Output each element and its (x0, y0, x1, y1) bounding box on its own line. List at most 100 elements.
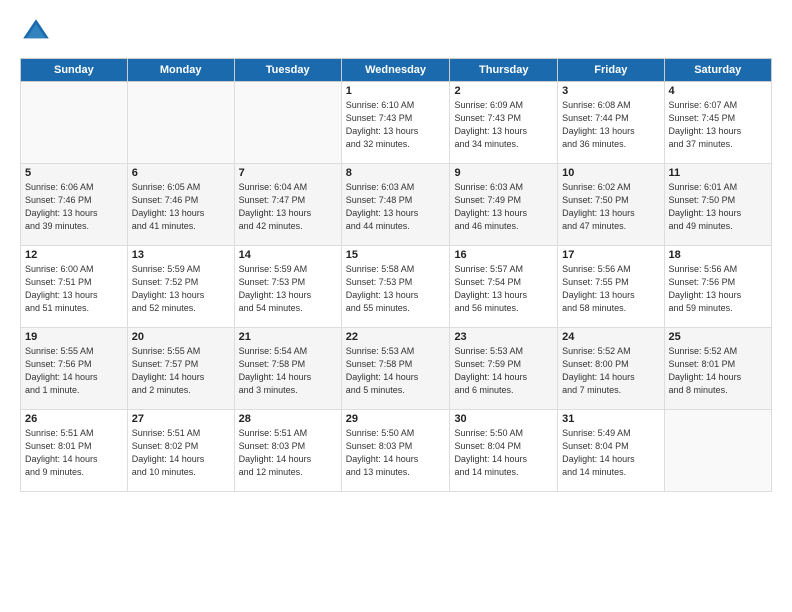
day-detail: Sunrise: 6:07 AM Sunset: 7:45 PM Dayligh… (669, 99, 767, 151)
calendar-cell: 18 Sunrise: 5:56 AM Sunset: 7:56 PM Dayli… (664, 246, 771, 328)
calendar-cell: 22 Sunrise: 5:53 AM Sunset: 7:58 PM Dayli… (341, 328, 450, 410)
weekday-header-friday: Friday (558, 59, 664, 82)
logo (20, 16, 56, 48)
day-detail: Sunrise: 5:58 AM Sunset: 7:53 PM Dayligh… (346, 263, 446, 315)
day-detail: Sunrise: 5:52 AM Sunset: 8:00 PM Dayligh… (562, 345, 659, 397)
page: SundayMondayTuesdayWednesdayThursdayFrid… (0, 0, 792, 612)
logo-icon (20, 16, 52, 48)
day-number: 2 (454, 85, 553, 97)
day-number: 17 (562, 249, 659, 261)
calendar-cell: 31Sunrise: 5:49 AM Sunset: 8:04 PM Dayli… (558, 410, 664, 492)
day-number: 6 (132, 167, 230, 179)
calendar-cell: 28 Sunrise: 5:51 AM Sunset: 8:03 PM Dayli… (234, 410, 341, 492)
day-number: 30 (454, 413, 553, 425)
day-number: 10 (562, 167, 659, 179)
day-detail: Sunrise: 6:02 AM Sunset: 7:50 PM Dayligh… (562, 181, 659, 233)
day-number: 27 (132, 413, 230, 425)
calendar-cell: 29 Sunrise: 5:50 AM Sunset: 8:03 PM Dayli… (341, 410, 450, 492)
calendar-cell: 15Sunrise: 5:58 AM Sunset: 7:53 PM Dayli… (341, 246, 450, 328)
day-detail: Sunrise: 5:53 AM Sunset: 7:59 PM Dayligh… (454, 345, 553, 397)
calendar-cell: 8 Sunrise: 6:03 AM Sunset: 7:48 PM Daylig… (341, 164, 450, 246)
day-number: 22 (346, 331, 446, 343)
calendar-cell (127, 82, 234, 164)
week-row-5: 26 Sunrise: 5:51 AM Sunset: 8:01 PM Dayli… (21, 410, 772, 492)
week-row-3: 12Sunrise: 6:00 AM Sunset: 7:51 PM Dayli… (21, 246, 772, 328)
day-detail: Sunrise: 5:50 AM Sunset: 8:04 PM Dayligh… (454, 427, 553, 479)
day-detail: Sunrise: 6:05 AM Sunset: 7:46 PM Dayligh… (132, 181, 230, 233)
day-detail: Sunrise: 6:03 AM Sunset: 7:49 PM Dayligh… (454, 181, 553, 233)
weekday-header-thursday: Thursday (450, 59, 558, 82)
day-detail: Sunrise: 5:56 AM Sunset: 7:56 PM Dayligh… (669, 263, 767, 315)
day-number: 12 (25, 249, 123, 261)
day-number: 21 (239, 331, 337, 343)
day-detail: Sunrise: 6:06 AM Sunset: 7:46 PM Dayligh… (25, 181, 123, 233)
day-detail: Sunrise: 5:50 AM Sunset: 8:03 PM Dayligh… (346, 427, 446, 479)
calendar-cell (664, 410, 771, 492)
calendar-cell: 17 Sunrise: 5:56 AM Sunset: 7:55 PM Dayli… (558, 246, 664, 328)
day-detail: Sunrise: 5:57 AM Sunset: 7:54 PM Dayligh… (454, 263, 553, 315)
weekday-header-saturday: Saturday (664, 59, 771, 82)
calendar-cell: 24Sunrise: 5:52 AM Sunset: 8:00 PM Dayli… (558, 328, 664, 410)
day-number: 31 (562, 413, 659, 425)
calendar-cell (21, 82, 128, 164)
calendar-cell: 11 Sunrise: 6:01 AM Sunset: 7:50 PM Dayli… (664, 164, 771, 246)
day-number: 16 (454, 249, 553, 261)
calendar-cell: 21 Sunrise: 5:54 AM Sunset: 7:58 PM Dayli… (234, 328, 341, 410)
day-detail: Sunrise: 5:51 AM Sunset: 8:01 PM Dayligh… (25, 427, 123, 479)
weekday-header-row: SundayMondayTuesdayWednesdayThursdayFrid… (21, 59, 772, 82)
day-number: 29 (346, 413, 446, 425)
day-number: 19 (25, 331, 123, 343)
day-detail: Sunrise: 5:51 AM Sunset: 8:03 PM Dayligh… (239, 427, 337, 479)
day-number: 5 (25, 167, 123, 179)
calendar-cell: 16 Sunrise: 5:57 AM Sunset: 7:54 PM Dayli… (450, 246, 558, 328)
calendar: SundayMondayTuesdayWednesdayThursdayFrid… (20, 58, 772, 492)
day-detail: Sunrise: 5:51 AM Sunset: 8:02 PM Dayligh… (132, 427, 230, 479)
day-detail: Sunrise: 5:59 AM Sunset: 7:53 PM Dayligh… (239, 263, 337, 315)
weekday-header-sunday: Sunday (21, 59, 128, 82)
weekday-header-tuesday: Tuesday (234, 59, 341, 82)
day-number: 7 (239, 167, 337, 179)
day-detail: Sunrise: 6:01 AM Sunset: 7:50 PM Dayligh… (669, 181, 767, 233)
calendar-cell: 9 Sunrise: 6:03 AM Sunset: 7:49 PM Daylig… (450, 164, 558, 246)
week-row-4: 19 Sunrise: 5:55 AM Sunset: 7:56 PM Dayli… (21, 328, 772, 410)
day-number: 9 (454, 167, 553, 179)
day-detail: Sunrise: 6:08 AM Sunset: 7:44 PM Dayligh… (562, 99, 659, 151)
day-detail: Sunrise: 5:53 AM Sunset: 7:58 PM Dayligh… (346, 345, 446, 397)
calendar-cell: 6 Sunrise: 6:05 AM Sunset: 7:46 PM Daylig… (127, 164, 234, 246)
calendar-cell (234, 82, 341, 164)
calendar-cell: 26 Sunrise: 5:51 AM Sunset: 8:01 PM Dayli… (21, 410, 128, 492)
day-number: 18 (669, 249, 767, 261)
calendar-cell: 1Sunrise: 6:10 AM Sunset: 7:43 PM Daylig… (341, 82, 450, 164)
day-detail: Sunrise: 6:09 AM Sunset: 7:43 PM Dayligh… (454, 99, 553, 151)
calendar-cell: 2 Sunrise: 6:09 AM Sunset: 7:43 PM Daylig… (450, 82, 558, 164)
day-detail: Sunrise: 5:56 AM Sunset: 7:55 PM Dayligh… (562, 263, 659, 315)
calendar-cell: 3 Sunrise: 6:08 AM Sunset: 7:44 PM Daylig… (558, 82, 664, 164)
calendar-cell: 30 Sunrise: 5:50 AM Sunset: 8:04 PM Dayli… (450, 410, 558, 492)
weekday-header-monday: Monday (127, 59, 234, 82)
day-detail: Sunrise: 6:03 AM Sunset: 7:48 PM Dayligh… (346, 181, 446, 233)
day-detail: Sunrise: 5:55 AM Sunset: 7:56 PM Dayligh… (25, 345, 123, 397)
day-number: 13 (132, 249, 230, 261)
header (20, 16, 772, 48)
calendar-cell: 27 Sunrise: 5:51 AM Sunset: 8:02 PM Dayli… (127, 410, 234, 492)
weekday-header-wednesday: Wednesday (341, 59, 450, 82)
day-detail: Sunrise: 6:04 AM Sunset: 7:47 PM Dayligh… (239, 181, 337, 233)
day-number: 20 (132, 331, 230, 343)
calendar-cell: 7 Sunrise: 6:04 AM Sunset: 7:47 PM Daylig… (234, 164, 341, 246)
day-number: 3 (562, 85, 659, 97)
day-number: 8 (346, 167, 446, 179)
calendar-cell: 20Sunrise: 5:55 AM Sunset: 7:57 PM Dayli… (127, 328, 234, 410)
day-number: 26 (25, 413, 123, 425)
day-number: 25 (669, 331, 767, 343)
day-detail: Sunrise: 6:10 AM Sunset: 7:43 PM Dayligh… (346, 99, 446, 151)
calendar-cell: 10 Sunrise: 6:02 AM Sunset: 7:50 PM Dayli… (558, 164, 664, 246)
day-detail: Sunrise: 5:52 AM Sunset: 8:01 PM Dayligh… (669, 345, 767, 397)
day-number: 14 (239, 249, 337, 261)
day-detail: Sunrise: 5:54 AM Sunset: 7:58 PM Dayligh… (239, 345, 337, 397)
day-number: 4 (669, 85, 767, 97)
day-number: 28 (239, 413, 337, 425)
calendar-cell: 12Sunrise: 6:00 AM Sunset: 7:51 PM Dayli… (21, 246, 128, 328)
day-number: 11 (669, 167, 767, 179)
calendar-cell: 25 Sunrise: 5:52 AM Sunset: 8:01 PM Dayli… (664, 328, 771, 410)
calendar-cell: 19 Sunrise: 5:55 AM Sunset: 7:56 PM Dayli… (21, 328, 128, 410)
